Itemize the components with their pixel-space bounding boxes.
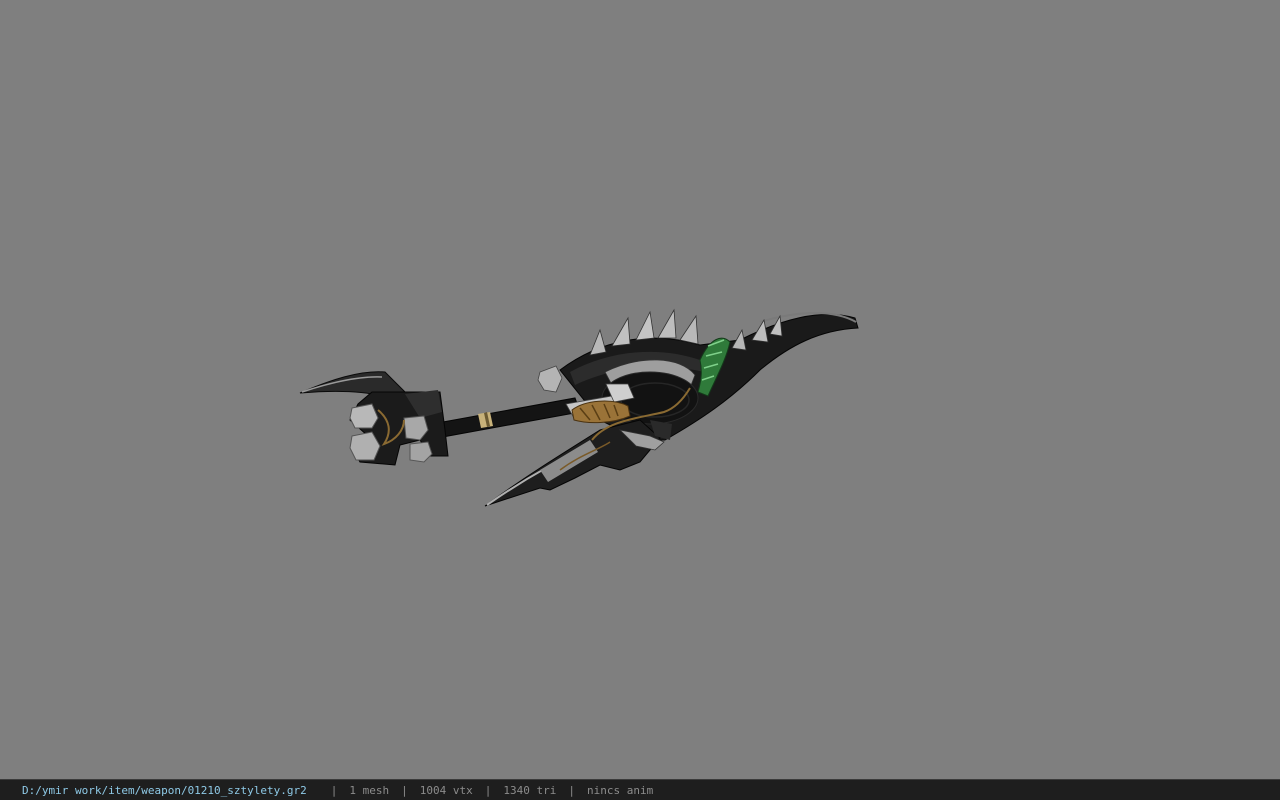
weapon-shaft [431,397,581,439]
triangle-count-label: 1340 tri [503,783,557,797]
status-separator: | [330,783,338,797]
status-separator: | [568,783,575,797]
status-separator: | [401,783,408,797]
file-path-label: D:/ymir work/item/weapon/01210_sztylety.… [22,783,307,797]
weapon-left-head [299,371,449,466]
animation-status-label: nincs anim [587,783,654,797]
weapon-model-render[interactable] [0,0,1280,779]
mesh-count-label: 1 mesh [349,783,390,797]
status-separator: | [484,783,492,797]
vertex-count-label: 1004 vtx [419,783,473,797]
status-bar: D:/ymir work/item/weapon/01210_sztylety.… [0,779,1280,800]
3d-viewport[interactable] [0,0,1280,779]
